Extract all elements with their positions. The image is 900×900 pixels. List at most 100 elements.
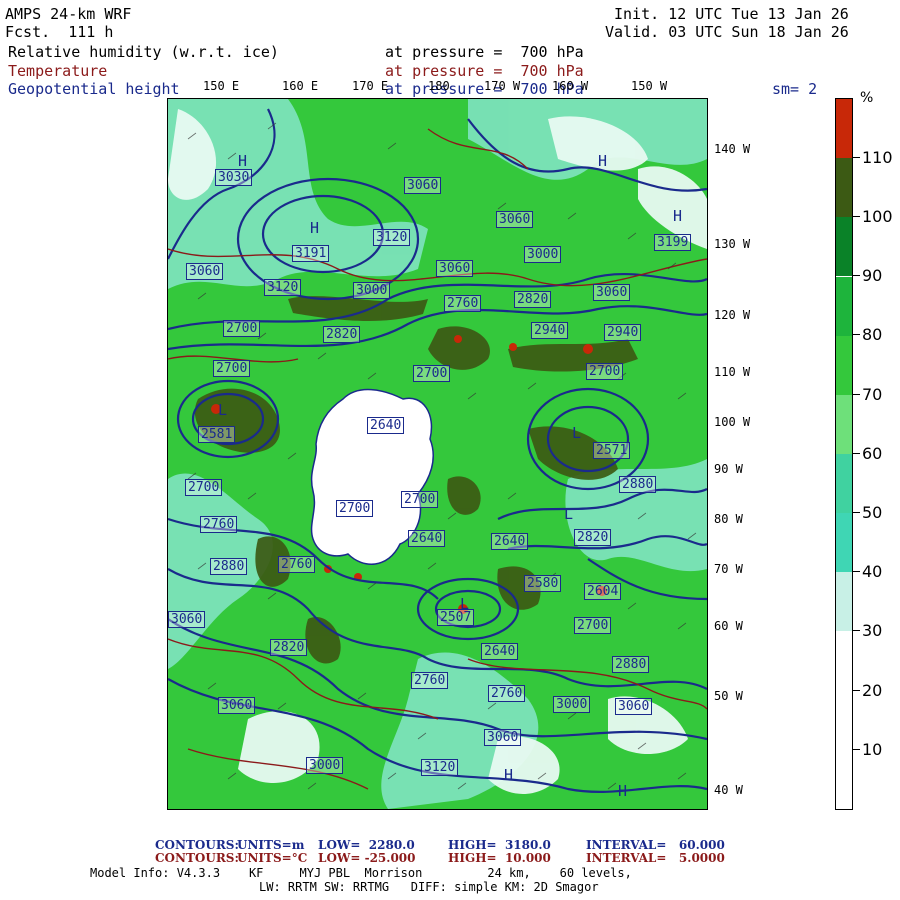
colorbar-tick <box>852 512 860 513</box>
field-rh-level: at pressure = 700 hPa <box>385 43 584 61</box>
field-temp-level: at pressure = 700 hPa <box>385 62 584 80</box>
height-label: 2571 <box>593 442 631 459</box>
height-label: 3000 <box>306 757 344 774</box>
colorbar-label: 80 <box>862 325 883 344</box>
field-height-name: Geopotential height <box>8 80 180 98</box>
temp-contour-interval: INTERVAL= 5.0000 <box>586 851 725 865</box>
height-label: 3199 <box>654 234 692 251</box>
lat-label: 100 W <box>714 415 751 429</box>
lat-label: 50 W <box>714 689 743 703</box>
colorbar-label: 110 <box>862 148 893 167</box>
lon-label: 150 E <box>203 79 240 93</box>
high-marker: H <box>618 782 628 800</box>
colorbar <box>835 98 853 810</box>
high-marker: H <box>673 207 683 225</box>
valid-time: Valid. 03 UTC Sun 18 Jan 26 <box>605 23 849 41</box>
lat-label: 80 W <box>714 512 743 526</box>
colorbar-label: 50 <box>862 503 883 522</box>
colorbar-tick <box>852 630 860 631</box>
colorbar-label: 20 <box>862 681 883 700</box>
height-label: 2700 <box>586 363 624 380</box>
height-label: 2940 <box>531 322 569 339</box>
forecast-hour: Fcst. 111 h <box>5 23 114 41</box>
height-label: 3060 <box>168 611 206 628</box>
colorbar-unit: % <box>860 90 874 106</box>
height-label: 3060 <box>218 697 256 714</box>
lat-label: 130 W <box>714 237 751 251</box>
lat-label: 40 W <box>714 783 743 797</box>
height-label: 2820 <box>270 639 308 656</box>
height-label: 3060 <box>436 260 474 277</box>
height-label: 2640 <box>491 533 529 550</box>
colorbar-tick <box>852 749 860 750</box>
low-marker: L <box>572 424 582 442</box>
colorbar-label: 90 <box>862 266 883 285</box>
height-label: 2820 <box>323 326 361 343</box>
height-label: 2880 <box>619 476 657 493</box>
height-label: 2880 <box>210 558 248 575</box>
colorbar-tick <box>852 157 860 158</box>
colorbar-tick <box>852 453 860 454</box>
height-label: 2581 <box>198 426 236 443</box>
colorbar-segment <box>836 454 852 514</box>
height-label: 3060 <box>484 729 522 746</box>
height-label: 3060 <box>186 263 224 280</box>
colorbar-segment <box>836 513 852 573</box>
height-label: 2820 <box>514 291 552 308</box>
colorbar-segment <box>836 217 852 277</box>
colorbar-label: 70 <box>862 385 883 404</box>
colorbar-segment <box>836 335 852 395</box>
height-label: 2700 <box>401 491 439 508</box>
colorbar-label: 30 <box>862 621 883 640</box>
height-label: 3060 <box>404 177 442 194</box>
lat-label: 60 W <box>714 619 743 633</box>
field-rh-name: Relative humidity (w.r.t. ice) <box>8 43 279 61</box>
height-contour-units: UNITS=m <box>237 838 305 852</box>
colorbar-tick <box>852 334 860 335</box>
map-panel: 3030 3060 3120 3191 3060 3060 3000 3120 … <box>167 98 708 810</box>
lon-label: 160 E <box>282 79 319 93</box>
height-label: 2700 <box>185 479 223 496</box>
colorbar-segment <box>836 749 852 809</box>
lat-label: 70 W <box>714 562 743 576</box>
height-label: 2700 <box>336 500 374 517</box>
height-label: 2700 <box>213 360 251 377</box>
height-label: 3060 <box>593 284 631 301</box>
colorbar-label: 10 <box>862 740 883 759</box>
low-marker: L <box>460 595 470 613</box>
temp-contour-high: HIGH= 10.000 <box>448 851 551 865</box>
height-label: 2880 <box>612 656 650 673</box>
height-label: 2700 <box>223 320 261 337</box>
high-marker: H <box>504 766 514 784</box>
height-label: 3191 <box>292 245 330 262</box>
lat-label: 110 W <box>714 365 751 379</box>
colorbar-label: 60 <box>862 444 883 463</box>
model-info-line2: LW: RRTM SW: RRTMG DIFF: simple KM: 2D S… <box>259 880 599 894</box>
lat-label: 90 W <box>714 462 743 476</box>
colorbar-tick <box>852 275 860 276</box>
smoothing-label: sm= 2 <box>772 80 818 98</box>
temp-contour-units: UNITS=°C <box>237 851 308 865</box>
height-label: 2760 <box>444 295 482 312</box>
colorbar-segment <box>836 158 852 218</box>
colorbar-segment <box>836 690 852 750</box>
model-title: AMPS 24-km WRF <box>5 5 132 23</box>
height-label: 3060 <box>496 211 534 228</box>
height-label: 2760 <box>411 672 449 689</box>
colorbar-tick <box>852 394 860 395</box>
colorbar-tick <box>852 571 860 572</box>
height-label: 2640 <box>408 530 446 547</box>
height-label: 2640 <box>481 643 519 660</box>
height-label: 2604 <box>584 583 622 600</box>
lon-label: 170 E <box>352 79 389 93</box>
height-label: 2820 <box>574 529 612 546</box>
colorbar-segment <box>836 276 852 336</box>
height-contour-low: LOW= 2280.0 <box>318 838 415 852</box>
height-label: 3120 <box>421 759 459 776</box>
temp-contour-low: LOW= -25.000 <box>318 851 416 865</box>
height-label: 3120 <box>373 229 411 246</box>
colorbar-label: 40 <box>862 562 883 581</box>
height-label: 2760 <box>488 685 526 702</box>
lat-label: 140 W <box>714 142 751 156</box>
lon-label: 170 W <box>484 79 521 93</box>
